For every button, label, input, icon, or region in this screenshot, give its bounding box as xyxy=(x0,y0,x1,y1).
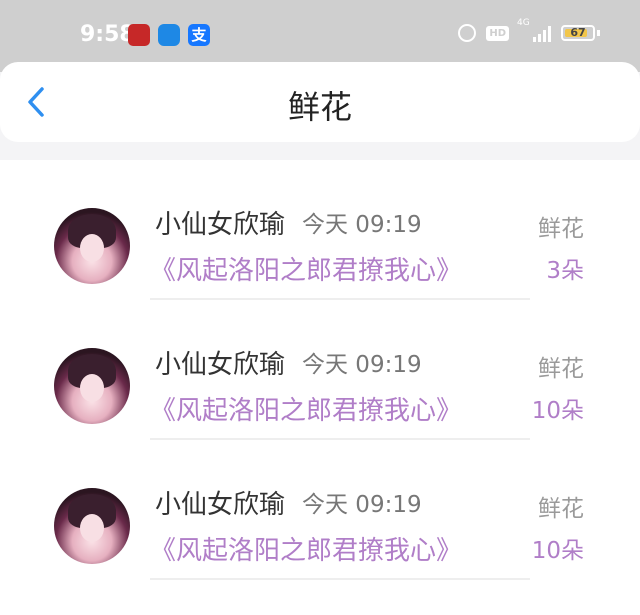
avatar[interactable] xyxy=(54,208,130,284)
timestamp: 今天 09:19 xyxy=(302,492,422,518)
gift-list: 小仙女欣瑜 今天 09:19 《风起洛阳之郎君撩我心》 鲜花 3朵 小仙女欣瑜 … xyxy=(0,160,640,615)
timestamp: 今天 09:19 xyxy=(302,212,422,238)
gift-type: 鲜花 xyxy=(538,356,584,382)
book-title[interactable]: 《风起洛阳之郎君撩我心》 xyxy=(150,530,462,567)
notification-icons: 支 xyxy=(128,24,210,46)
news-app-icon xyxy=(128,24,150,46)
battery-icon: 67 xyxy=(561,25,595,41)
gift-type: 鲜花 xyxy=(538,216,584,242)
username: 小仙女欣瑜 xyxy=(155,210,286,240)
divider xyxy=(150,578,530,580)
gift-count: 10朵 xyxy=(531,398,584,424)
hd-icon: HD xyxy=(486,25,509,41)
system-icons: HD 4G 67 xyxy=(458,18,600,42)
avatar[interactable] xyxy=(54,488,130,564)
list-item[interactable]: 小仙女欣瑜 今天 09:19 《风起洛阳之郎君撩我心》 鲜花 10朵 xyxy=(0,440,640,580)
avatar[interactable] xyxy=(54,348,130,424)
list-item[interactable]: 小仙女欣瑜 今天 09:19 《风起洛阳之郎君撩我心》 鲜花 10朵 xyxy=(0,300,640,440)
timestamp: 今天 09:19 xyxy=(302,352,422,378)
username: 小仙女欣瑜 xyxy=(155,350,286,380)
gift-type: 鲜花 xyxy=(538,496,584,522)
browser-app-icon xyxy=(158,24,180,46)
gift-count: 10朵 xyxy=(531,538,584,564)
book-title[interactable]: 《风起洛阳之郎君撩我心》 xyxy=(150,250,462,287)
username: 小仙女欣瑜 xyxy=(155,490,286,520)
book-title[interactable]: 《风起洛阳之郎君撩我心》 xyxy=(150,390,462,427)
alipay-icon: 支 xyxy=(188,24,210,46)
gift-count: 3朵 xyxy=(546,258,584,284)
status-time: 9:58 xyxy=(80,22,135,47)
signal-icon: 4G xyxy=(517,18,551,42)
alarm-icon xyxy=(458,24,477,42)
page-title: 鲜花 xyxy=(287,88,352,126)
network-type: 4G xyxy=(517,18,530,28)
battery-level: 67 xyxy=(570,26,586,39)
navigation-bar: 鲜花 xyxy=(0,62,640,142)
list-item[interactable]: 小仙女欣瑜 今天 09:19 《风起洛阳之郎君撩我心》 鲜花 3朵 xyxy=(0,160,640,300)
